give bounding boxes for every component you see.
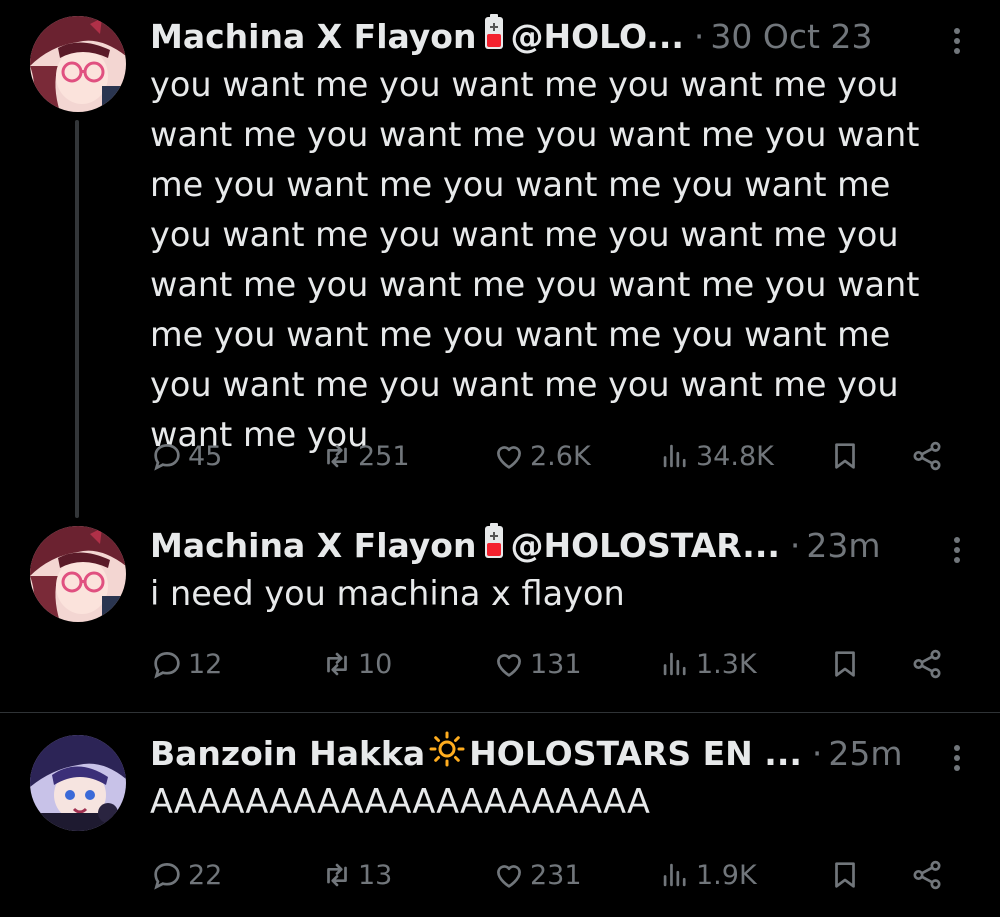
share-button[interactable] [910, 851, 948, 899]
heart-icon [497, 865, 521, 888]
tweet-header: Banzoin Hakka HOLOSTARS EN ... · 25m [150, 731, 960, 775]
user-handle[interactable]: @HOLO... [510, 17, 683, 56]
user-handle[interactable]: HOLOSTARS EN ... [469, 734, 802, 773]
user-handle[interactable]: @HOLOSTAR... [510, 526, 779, 565]
like-count: 231 [530, 859, 582, 891]
avatar[interactable] [30, 526, 126, 622]
views-button[interactable]: 1.3K [658, 640, 757, 688]
reply-count: 12 [188, 648, 223, 680]
tweet-2[interactable]: Machina X Flayon @HOLOSTAR... · 23m i ne… [0, 520, 1000, 712]
repost-icon [327, 444, 347, 468]
like-button[interactable]: 231 [492, 851, 582, 899]
reply-icon [154, 863, 180, 890]
bookmark-button[interactable] [828, 432, 866, 480]
action-bar: 22 13 231 1.9K [150, 851, 950, 899]
views-icon [663, 444, 686, 468]
views-icon [663, 863, 686, 887]
views-button[interactable]: 34.8K [658, 432, 774, 480]
tweet-text: you want me you want me you want me you … [150, 65, 920, 454]
more-vertical-icon[interactable] [954, 24, 962, 58]
views-button[interactable]: 1.9K [658, 851, 757, 899]
bookmark-icon [835, 443, 855, 469]
views-count: 1.3K [696, 648, 757, 680]
tweet-3[interactable]: Banzoin Hakka HOLOSTARS EN ... · 25m AAA… [0, 713, 1000, 917]
avatar[interactable] [30, 735, 126, 831]
bookmark-button[interactable] [828, 851, 866, 899]
reply-count: 22 [188, 859, 223, 891]
tweet-header: Machina X Flayon @HOLO... · 30 Oct 23 [150, 14, 960, 58]
like-count: 2.6K [530, 440, 591, 472]
heart-icon [497, 654, 521, 677]
views-count: 1.9K [696, 859, 757, 891]
display-name[interactable]: Machina X Flayon [150, 17, 476, 56]
tweet-1[interactable]: Machina X Flayon @HOLO... · 30 Oct 23 yo… [0, 0, 1000, 520]
like-count: 131 [530, 648, 582, 680]
repost-button[interactable]: 10 [320, 640, 392, 688]
timestamp[interactable]: 23m [806, 526, 880, 565]
reply-button[interactable]: 22 [150, 851, 222, 899]
repost-count: 10 [358, 648, 393, 680]
like-button[interactable]: 2.6K [492, 432, 591, 480]
battery-low-icon [484, 14, 504, 58]
like-button[interactable]: 131 [492, 640, 582, 688]
repost-button[interactable]: 13 [320, 851, 392, 899]
bookmark-icon [835, 651, 855, 677]
display-name[interactable]: Banzoin Hakka [150, 734, 425, 773]
timestamp[interactable]: 30 Oct 23 [710, 17, 872, 56]
bookmark-button[interactable] [828, 640, 866, 688]
reply-count: 45 [188, 440, 223, 472]
views-count: 34.8K [696, 440, 774, 472]
tweet-text: i need you machina x flayon [150, 574, 625, 613]
repost-icon [327, 652, 347, 676]
reply-button[interactable]: 12 [150, 640, 222, 688]
more-vertical-icon[interactable] [954, 533, 962, 567]
bookmark-icon [835, 862, 855, 888]
action-bar: 45 251 2.6K 34.8K [150, 432, 950, 480]
share-icon [913, 860, 941, 890]
tweet-text: AAAAAAAAAAAAAAAAAAAAA [150, 782, 650, 821]
reply-icon [154, 444, 180, 471]
display-name[interactable]: Machina X Flayon [150, 526, 476, 565]
repost-icon [327, 863, 347, 887]
share-button[interactable] [910, 432, 948, 480]
repost-count: 251 [358, 440, 410, 472]
reply-icon [154, 652, 180, 679]
action-bar: 12 10 131 1.3K [150, 640, 950, 688]
repost-button[interactable]: 251 [320, 432, 410, 480]
separator-dot: · [811, 733, 823, 773]
share-icon [913, 441, 941, 471]
separator-dot: · [693, 16, 705, 56]
views-icon [663, 652, 686, 676]
heart-icon [497, 446, 521, 469]
timestamp[interactable]: 25m [828, 734, 902, 773]
tweet-header: Machina X Flayon @HOLOSTAR... · 23m [150, 523, 960, 567]
avatar[interactable] [30, 16, 126, 112]
more-vertical-icon[interactable] [954, 741, 962, 775]
repost-count: 13 [358, 859, 393, 891]
sun-icon [429, 731, 465, 775]
reply-button[interactable]: 45 [150, 432, 222, 480]
share-icon [913, 649, 941, 679]
battery-low-icon [484, 523, 504, 567]
share-button[interactable] [910, 640, 948, 688]
separator-dot: · [789, 525, 801, 565]
